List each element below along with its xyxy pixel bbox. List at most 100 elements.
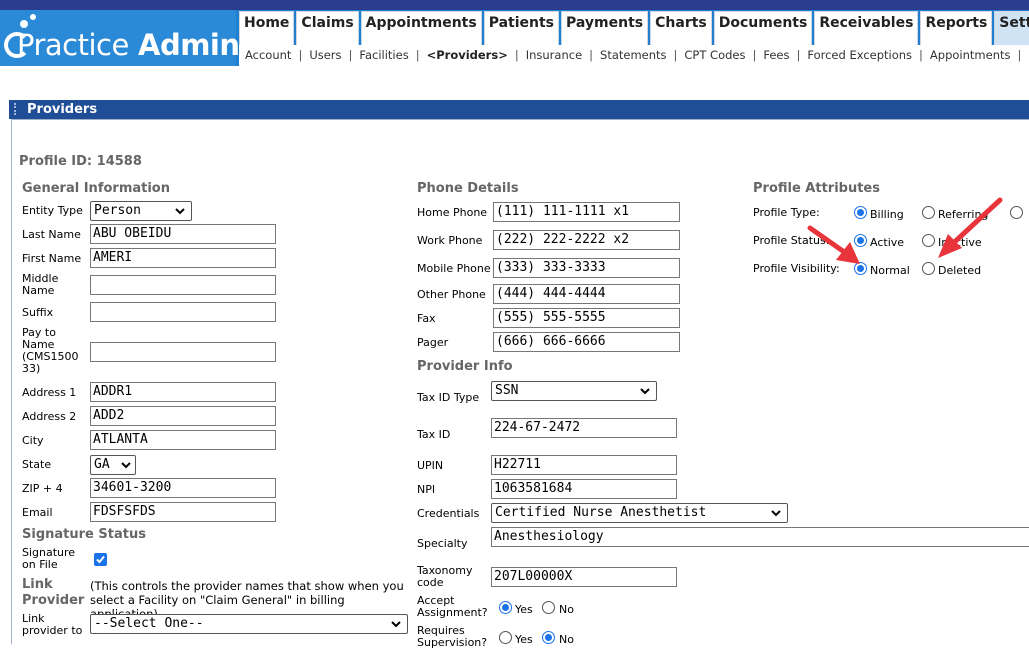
entity-type-value: Person [94, 203, 141, 218]
taxonomy-code-label: Taxonomy code [417, 564, 473, 589]
work-phone-field[interactable]: (222) 222-2222 x2 [493, 230, 680, 250]
subnav-appointments[interactable]: Appointments [930, 48, 1011, 62]
mobile-phone-label: Mobile Phone [417, 262, 491, 275]
subnav-account[interactable]: Account [245, 48, 291, 62]
settings-subnav: Account | Users | Facilities | <Providers> | Ins… [239, 45, 1029, 66]
upin-field[interactable]: H22711 [491, 455, 677, 475]
provider-info-heading: Provider Info [417, 359, 513, 374]
pager-label: Pager [417, 336, 449, 349]
suffix-field[interactable] [90, 302, 276, 322]
tab-appointments[interactable]: Appointments [360, 11, 482, 45]
state-select[interactable]: GA [90, 455, 136, 475]
subnav-separator: | [673, 48, 678, 62]
subnav-separator: | [1017, 48, 1022, 62]
tab-reports[interactable]: Reports [920, 11, 993, 45]
link-provider-select[interactable]: --Select One-- [90, 614, 408, 634]
chevron-down-icon [175, 208, 185, 215]
subnav-cpt-codes[interactable]: CPT Codes [684, 48, 745, 62]
npi-field[interactable]: 1063581684 [491, 479, 677, 499]
home-phone-field[interactable]: (111) 111-1111 x1 [493, 202, 680, 222]
address2-field[interactable]: ADD2 [90, 406, 276, 426]
tab-payments[interactable]: Payments [561, 11, 649, 45]
accept-yes-label: Yes [515, 603, 533, 616]
work-phone-label: Work Phone [417, 234, 483, 247]
link-provider-to-label: Link provider to [22, 612, 83, 637]
subnav-forced-exceptions[interactable]: Forced Exceptions [807, 48, 912, 62]
middle-name-field[interactable] [90, 275, 276, 295]
tab-settings[interactable]: Settings [994, 11, 1029, 45]
taxonomy-code-field[interactable]: 207L00000X [491, 567, 677, 587]
signature-status-heading: Signature Status [22, 527, 146, 542]
accept-assignment-yes-radio[interactable] [499, 601, 512, 614]
subnav-statements[interactable]: Statements [600, 48, 667, 62]
email-field[interactable]: FDSFSFDS [90, 502, 276, 522]
upin-label: UPIN [417, 459, 444, 472]
supervision-yes-label: Yes [515, 633, 533, 646]
subnav-insurance[interactable]: Insurance [526, 48, 582, 62]
main-tabs: Home Claims Appointments Patients Paymen… [239, 11, 1029, 45]
tax-id-type-select[interactable]: SSN [491, 381, 657, 401]
address1-field[interactable]: ADDR1 [90, 382, 276, 402]
tab-patients[interactable]: Patients [483, 11, 560, 45]
city-field[interactable]: ATLANTA [90, 430, 276, 450]
tax-id-type-value: SSN [495, 383, 519, 398]
tax-id-field[interactable]: 224-67-2472 [491, 418, 677, 438]
zip-field[interactable]: 34601-3200 [90, 478, 276, 498]
subnav-separator: | [752, 48, 757, 62]
requires-supervision-label: Requires Supervision? [417, 624, 488, 649]
entity-type-select[interactable]: Person [90, 201, 192, 221]
tab-home[interactable]: Home [239, 11, 295, 45]
subnav-users[interactable]: Users [309, 48, 341, 62]
suffix-label: Suffix [22, 306, 54, 319]
address2-label: Address 2 [22, 410, 77, 423]
drag-grip-icon[interactable] [14, 103, 20, 115]
subnav-fees[interactable]: Fees [763, 48, 789, 62]
last-name-field[interactable]: ABU OBEIDU [90, 224, 276, 244]
subnav-separator: | [348, 48, 353, 62]
last-name-label: Last Name [22, 228, 81, 241]
link-provider-value: --Select One-- [94, 616, 204, 631]
tab-charts[interactable]: Charts [650, 11, 712, 45]
practiceadmin-logo[interactable]: Practice Admin [0, 10, 240, 66]
checkmark-icon [96, 555, 105, 564]
red-arrow-icon [807, 225, 860, 264]
supervision-yes-radio[interactable] [499, 631, 512, 644]
first-name-field[interactable]: AMERI [90, 248, 276, 268]
fax-label: Fax [417, 312, 436, 325]
subnav-facilities[interactable]: Facilities [359, 48, 408, 62]
pay-to-name-field[interactable] [90, 342, 276, 362]
providers-panel-header: Providers [9, 100, 1029, 119]
accept-no-label: No [559, 603, 574, 616]
pager-field[interactable]: (666) 666-6666 [493, 332, 680, 352]
chevron-down-icon [391, 621, 401, 628]
accept-assignment-label: Accept Assignment? [417, 594, 488, 619]
subnav-separator: | [298, 48, 303, 62]
city-label: City [22, 434, 44, 447]
logo-dot-icon [30, 14, 36, 20]
annotation-arrows [807, 197, 1003, 264]
subnav-separator: | [589, 48, 594, 62]
specialty-field[interactable]: Anesthesiology [491, 527, 1029, 547]
supervision-no-radio[interactable] [542, 631, 555, 644]
tax-id-label: Tax ID [417, 428, 451, 441]
other-phone-field[interactable]: (444) 444-4444 [493, 284, 680, 304]
supervision-no-label: No [559, 633, 574, 646]
chevron-down-icon [121, 462, 131, 469]
tax-id-type-label: Tax ID Type [417, 391, 480, 404]
signature-on-file-checkbox[interactable] [94, 553, 107, 566]
link-provider-heading: Link Provider [22, 577, 85, 608]
fax-field[interactable]: (555) 555-5555 [493, 308, 680, 328]
credentials-select[interactable]: Certified Nurse Anesthetist [491, 503, 788, 523]
subnav-providers[interactable]: <Providers> [427, 48, 508, 62]
entity-type-label: Entity Type [22, 204, 83, 217]
tab-claims[interactable]: Claims [296, 11, 359, 45]
tab-receivables[interactable]: Receivables [814, 11, 919, 45]
tab-documents[interactable]: Documents [713, 11, 813, 45]
state-value: GA [94, 457, 110, 472]
accept-assignment-no-radio[interactable] [542, 601, 555, 614]
chevron-down-icon [771, 510, 781, 517]
npi-label: NPI [417, 483, 436, 496]
mobile-phone-field[interactable]: (333) 333-3333 [493, 258, 680, 278]
logo-text-practice: Practice [17, 28, 129, 62]
signature-on-file-label: Signature on File [22, 546, 76, 571]
